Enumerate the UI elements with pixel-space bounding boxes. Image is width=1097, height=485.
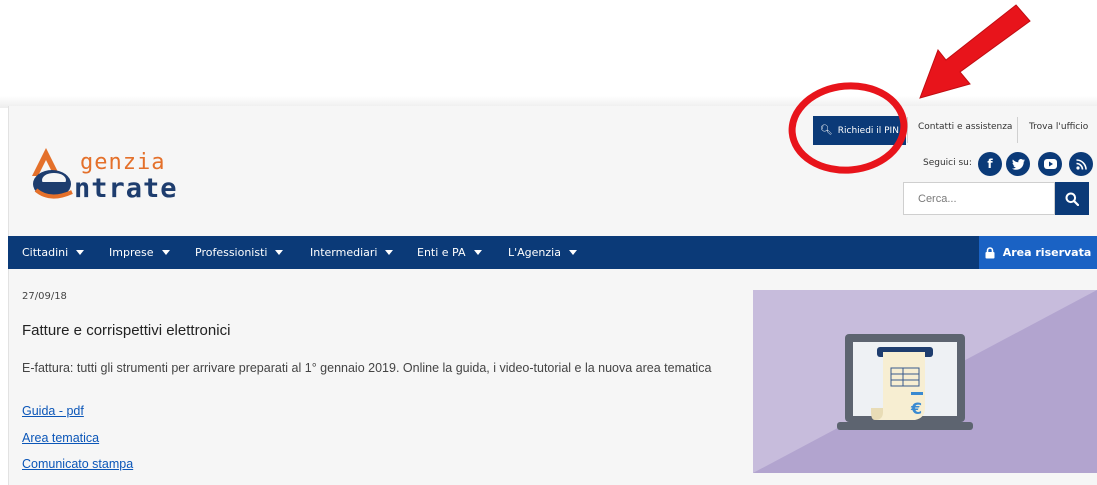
- request-pin-label: Richiedi il PIN: [837, 125, 899, 136]
- rss-icon[interactable]: [1069, 152, 1093, 176]
- caret-down-icon: [76, 250, 85, 255]
- twitter-icon[interactable]: [1006, 152, 1030, 176]
- svg-text:€: €: [910, 399, 922, 418]
- nav-label: Enti e PA: [417, 246, 466, 259]
- caret-down-icon: [275, 250, 284, 255]
- youtube-icon[interactable]: [1038, 152, 1062, 176]
- facebook-icon[interactable]: f: [978, 152, 1002, 176]
- annotation-arrow-icon: [919, 4, 1031, 99]
- nav-item-cittadini[interactable]: Cittadini: [22, 236, 85, 269]
- caret-down-icon: [473, 250, 482, 255]
- nav-label: Cittadini: [22, 246, 69, 259]
- nav-item-imprese[interactable]: Imprese: [109, 236, 170, 269]
- nav-label: Professionisti: [195, 246, 268, 259]
- link-area-tematica[interactable]: Area tematica: [22, 431, 99, 445]
- link-guida-pdf[interactable]: Guida - pdf: [22, 404, 84, 418]
- nav-label: Intermediari: [310, 246, 378, 259]
- find-office-link[interactable]: Trova l'ufficio: [1029, 122, 1088, 132]
- caret-down-icon: [568, 250, 577, 255]
- e-invoice-illustration: €: [753, 290, 1097, 473]
- utility-separator: [907, 117, 908, 143]
- caret-down-icon: [161, 250, 170, 255]
- link-comunicato-stampa[interactable]: Comunicato stampa: [22, 457, 133, 471]
- logo-text-entrate: ntrate: [74, 173, 178, 204]
- article-title[interactable]: Fatture e corrispettivi elettronici: [22, 322, 230, 339]
- reserved-area-label: Area riservata: [1002, 246, 1092, 259]
- lock-icon: [985, 246, 995, 258]
- nav-item-enti-pa[interactable]: Enti e PA: [417, 236, 482, 269]
- nav-label: L'Agenzia: [508, 246, 561, 259]
- search-button[interactable]: [1055, 182, 1089, 215]
- follow-us-label: Seguici su:: [923, 158, 972, 168]
- logo-text-agenzia: genzia: [80, 150, 166, 175]
- search-icon: [1065, 192, 1079, 206]
- article-summary: E-fattura: tutti gli strumenti per arriv…: [22, 361, 712, 375]
- nav-item-professionisti[interactable]: Professionisti: [195, 236, 284, 269]
- key-icon: 🔍︎: [820, 125, 833, 136]
- article-date: 27/09/18: [22, 291, 67, 302]
- request-pin-button[interactable]: 🔍︎ Richiedi il PIN: [813, 116, 906, 145]
- utility-separator: [1017, 117, 1018, 143]
- main-navigation: Cittadini Imprese Professionisti Interme…: [8, 236, 1097, 269]
- nav-item-intermediari[interactable]: Intermediari: [310, 236, 394, 269]
- nav-item-agenzia[interactable]: L'Agenzia: [508, 236, 577, 269]
- caret-down-icon: [385, 250, 394, 255]
- search-input[interactable]: [903, 182, 1055, 215]
- reserved-area-button[interactable]: Area riservata: [979, 236, 1097, 269]
- nav-label: Imprese: [109, 246, 154, 259]
- agenzia-entrate-logo[interactable]: genzia ntrate: [30, 146, 220, 206]
- contacts-link[interactable]: Contatti e assistenza: [918, 122, 1012, 132]
